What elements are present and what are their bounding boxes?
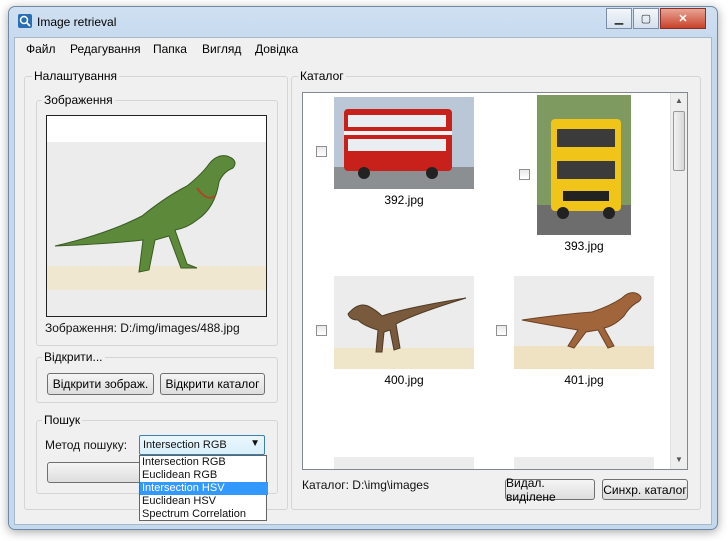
scroll-up-icon[interactable]: ▲ xyxy=(675,96,683,105)
catalog-list: 392.jpg 393.jpg 400.jpg 401.jpg ▲ ▼ xyxy=(302,92,688,470)
catalog-path: Каталог: D:\img\images xyxy=(302,478,429,492)
sync-catalog-button[interactable]: Синхр. каталог xyxy=(602,479,688,500)
settings-title: Налаштування xyxy=(32,69,119,83)
catalog-item-checkbox[interactable] xyxy=(496,325,507,336)
catalog-thumbnail[interactable] xyxy=(334,457,474,469)
menu-edit[interactable]: Редагування xyxy=(70,42,141,56)
catalog-item-checkbox[interactable] xyxy=(316,325,327,336)
search-method-value: Intersection RGB xyxy=(143,439,227,451)
catalog-item-label: 392.jpg xyxy=(384,193,424,207)
menu-folder[interactable]: Папка xyxy=(153,42,187,56)
search-method-select[interactable]: Intersection RGB ▼ xyxy=(139,435,265,455)
search-method-label: Метод пошуку: xyxy=(45,438,128,452)
search-group-title: Пошук xyxy=(42,413,83,427)
catalog-thumbnail[interactable] xyxy=(334,276,474,369)
image-group-title: Зображення xyxy=(42,93,115,107)
open-catalog-button[interactable]: Відкрити каталог xyxy=(160,373,265,395)
query-image-path: Зображення: D:/img/images/488.jpg xyxy=(45,321,240,335)
vertical-scrollbar[interactable]: ▲ ▼ xyxy=(670,93,687,469)
chevron-down-icon: ▼ xyxy=(250,438,260,449)
dropdown-option[interactable]: Intersection RGB xyxy=(140,456,268,469)
catalog-item-checkbox[interactable] xyxy=(316,146,327,157)
dropdown-option-highlighted[interactable]: Intersection HSV xyxy=(140,482,268,495)
catalog-thumbnail[interactable] xyxy=(514,457,654,469)
app-icon xyxy=(17,13,33,29)
close-icon: ✕ xyxy=(678,13,688,25)
catalog-item-label: 393.jpg xyxy=(564,239,604,253)
catalog-thumbnail[interactable] xyxy=(514,276,654,369)
close-button[interactable]: ✕ xyxy=(660,8,706,29)
dropdown-option[interactable]: Euclidean RGB xyxy=(140,469,268,482)
dropdown-option[interactable]: Euclidean HSV xyxy=(140,495,268,508)
red-double-decker-bus-icon xyxy=(334,97,474,189)
menu-help[interactable]: Довідка xyxy=(255,42,298,56)
dinosaur-icon xyxy=(514,276,654,369)
minimize-icon: ▁ xyxy=(614,13,624,25)
maximize-button[interactable]: ▢ xyxy=(633,8,659,29)
open-group-title: Відкрити... xyxy=(42,350,105,364)
catalog-item-label: 401.jpg xyxy=(564,373,604,387)
dinosaur-icon xyxy=(334,276,474,369)
window-title: Image retrieval xyxy=(37,15,117,29)
dropdown-option[interactable]: Spectrum Correlation xyxy=(140,508,268,521)
catalog-thumbnail[interactable] xyxy=(334,97,474,189)
maximize-icon: ▢ xyxy=(640,13,652,25)
search-method-dropdown: Intersection RGB Euclidean RGB Intersect… xyxy=(139,455,268,521)
menu-file[interactable]: Файл xyxy=(26,42,56,56)
open-image-button[interactable]: Відкрити зображ. xyxy=(47,373,154,395)
dinosaur-icon xyxy=(47,142,266,316)
minimize-button[interactable]: ▁ xyxy=(606,8,632,29)
catalog-thumbnail[interactable] xyxy=(537,95,631,235)
delete-selected-button[interactable]: Видал. виділене xyxy=(505,476,595,504)
menu-view[interactable]: Вигляд xyxy=(202,42,241,56)
query-image-frame xyxy=(46,115,267,317)
catalog-item-label: 400.jpg xyxy=(384,373,424,387)
catalog-item-checkbox[interactable] xyxy=(519,169,530,180)
yellow-double-decker-bus-icon xyxy=(537,95,631,235)
scrollbar-thumb[interactable] xyxy=(673,111,685,171)
catalog-title: Каталог xyxy=(298,69,346,83)
scroll-down-icon[interactable]: ▼ xyxy=(675,455,683,464)
